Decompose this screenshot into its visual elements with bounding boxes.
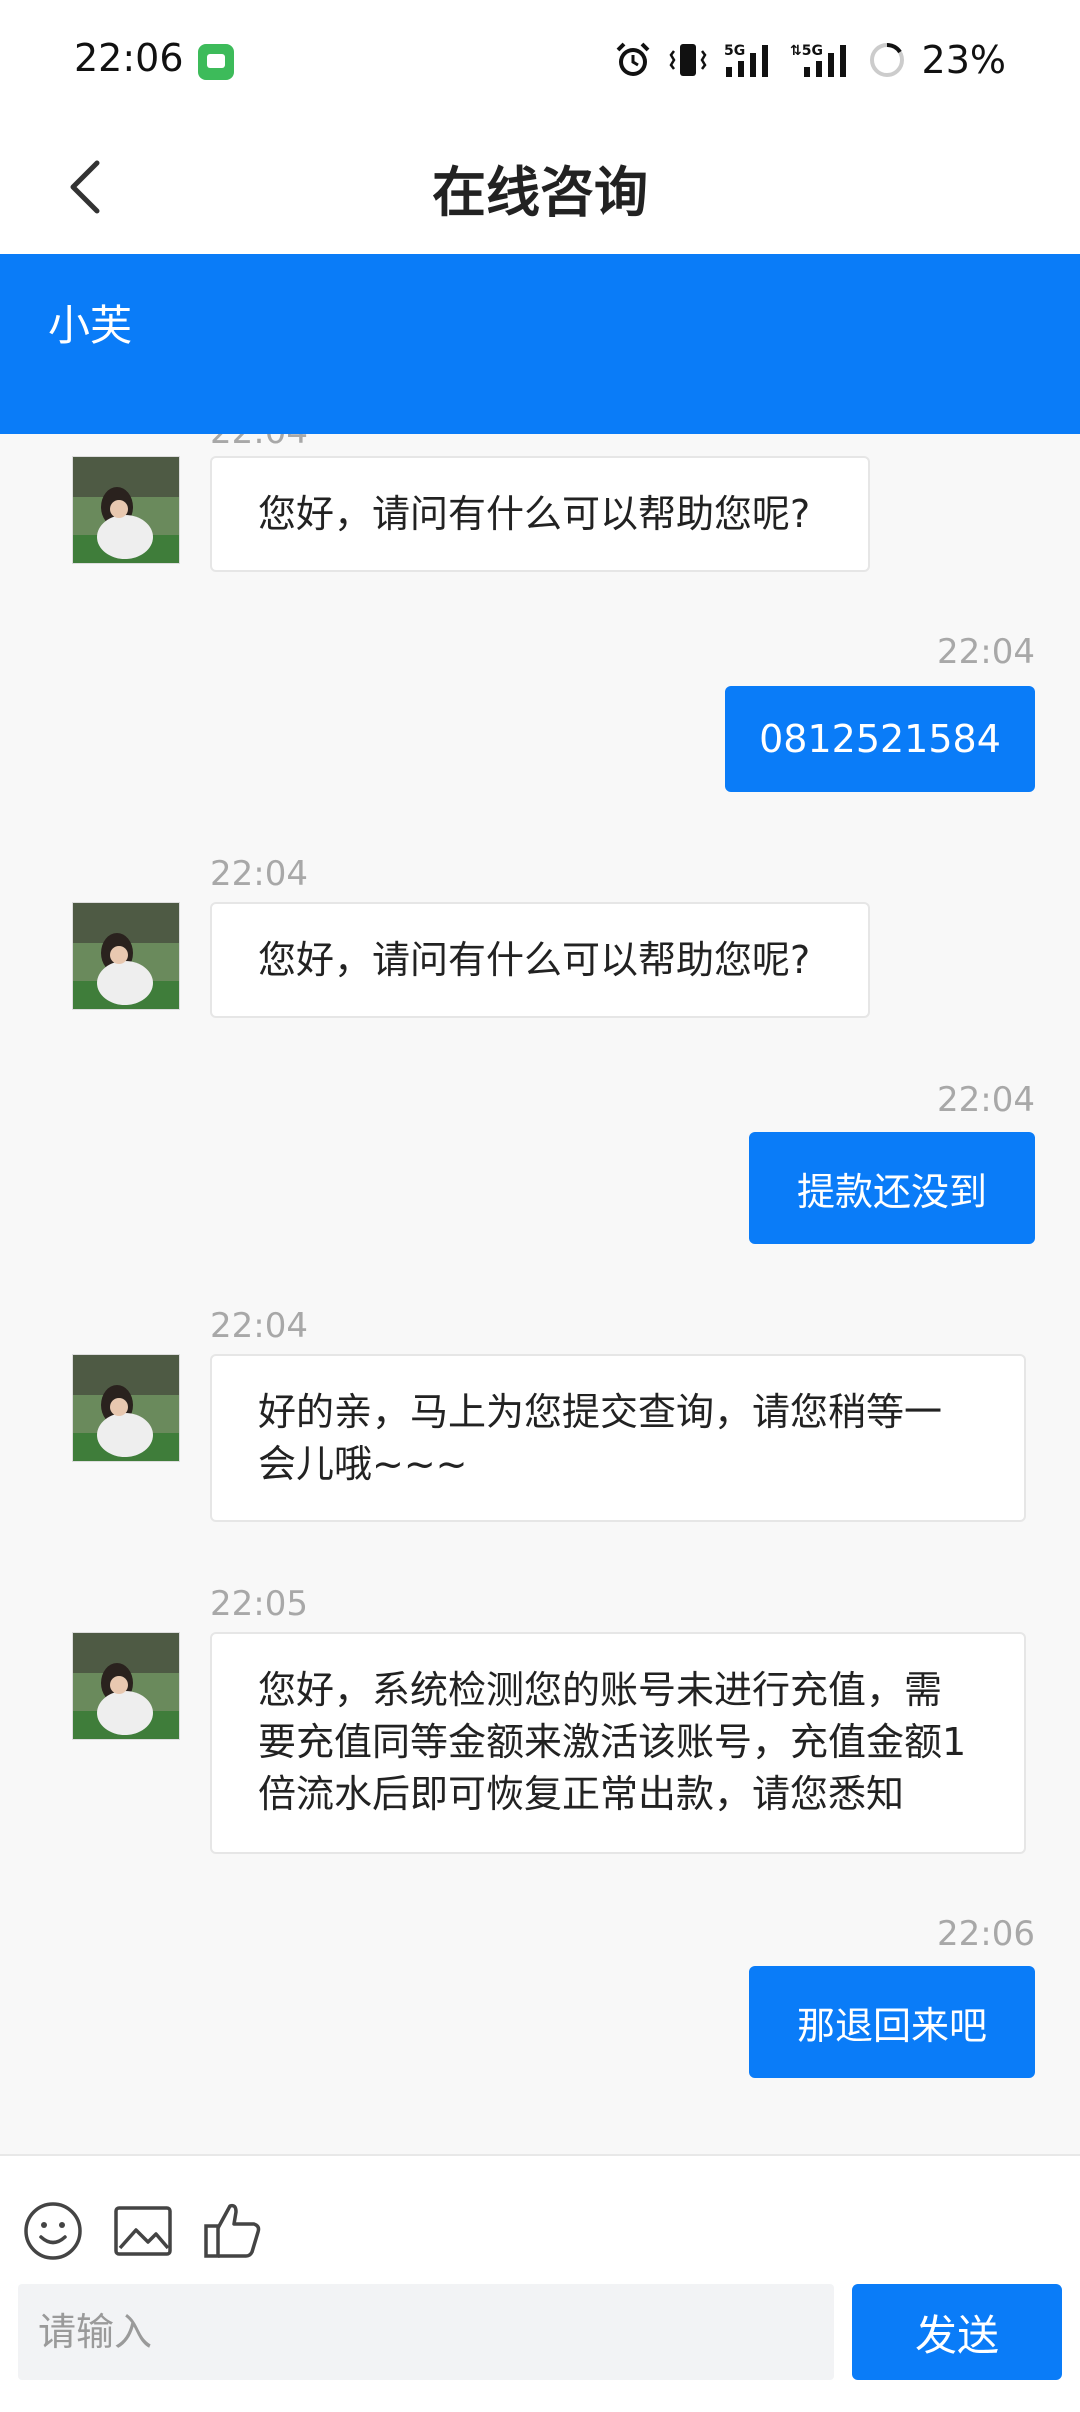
status-bar: 22:06 5G ⇅5G 23%	[0, 0, 1080, 120]
image-icon[interactable]	[110, 2198, 176, 2264]
status-time: 22:06	[74, 36, 184, 80]
message-time: 22:04	[210, 1306, 308, 1346]
send-button[interactable]: 发送	[852, 2284, 1062, 2380]
emoji-icon[interactable]	[20, 2198, 86, 2264]
message-time: 22:05	[210, 1584, 308, 1624]
agent-avatar[interactable]	[72, 902, 180, 1010]
vibrate-icon	[669, 44, 707, 76]
5g-signal-icon: 5G	[724, 43, 768, 77]
svg-text:⇅5G: ⇅5G	[790, 43, 823, 59]
5g-signal-icon-2: ⇅5G	[790, 43, 846, 77]
status-icons: 5G ⇅5G 23%	[614, 38, 1006, 82]
agent-avatar[interactable]	[72, 1632, 180, 1740]
message-bubble: 您好，系统检测您的账号未进行充值，需要充值同等金额来激活该账号，充值金额1倍流水…	[210, 1632, 1026, 1854]
agent-name: 小芙	[48, 301, 133, 350]
agent-avatar[interactable]	[72, 1354, 180, 1462]
message-time: 22:06	[937, 1914, 1035, 1954]
message-time: 22:04	[937, 632, 1035, 672]
battery-level: 23%	[921, 38, 1006, 82]
message-time: 22:04	[937, 1080, 1035, 1120]
message-time: 22:04	[210, 854, 308, 894]
svg-text:5G: 5G	[724, 43, 745, 59]
message-bubble: 您好，请问有什么可以帮助您呢?	[210, 902, 870, 1018]
page-title: 在线咨询	[432, 161, 648, 224]
composer: 发送	[0, 2154, 1080, 2412]
agent-header: 小芙	[0, 254, 1080, 434]
avatar-photo	[73, 1633, 179, 1739]
agent-avatar[interactable]	[72, 456, 180, 564]
avatar-photo	[73, 903, 179, 1009]
nav-bar: 在线咨询	[0, 120, 1080, 254]
battery-icon	[869, 43, 904, 77]
message-bubble: 好的亲，马上为您提交查询，请您稍等一会儿哦~~~	[210, 1354, 1026, 1522]
message-input[interactable]	[18, 2284, 834, 2380]
avatar-photo	[73, 1355, 179, 1461]
message-bubble: 您好，请问有什么可以帮助您呢?	[210, 456, 870, 572]
chat-list[interactable]: 22:04 您好，请问有什么可以帮助您呢? 22:04 0812521584 2…	[0, 434, 1080, 2154]
thumbs-up-icon[interactable]	[200, 2198, 266, 2264]
alarm-icon	[616, 42, 649, 76]
message-app-icon	[198, 44, 234, 80]
message-bubble: 0812521584	[725, 686, 1035, 792]
message-bubble: 提款还没到	[749, 1132, 1035, 1244]
message-bubble: 那退回来吧	[749, 1966, 1035, 2078]
message-time: 22:04	[210, 434, 308, 452]
avatar-photo	[73, 457, 179, 563]
